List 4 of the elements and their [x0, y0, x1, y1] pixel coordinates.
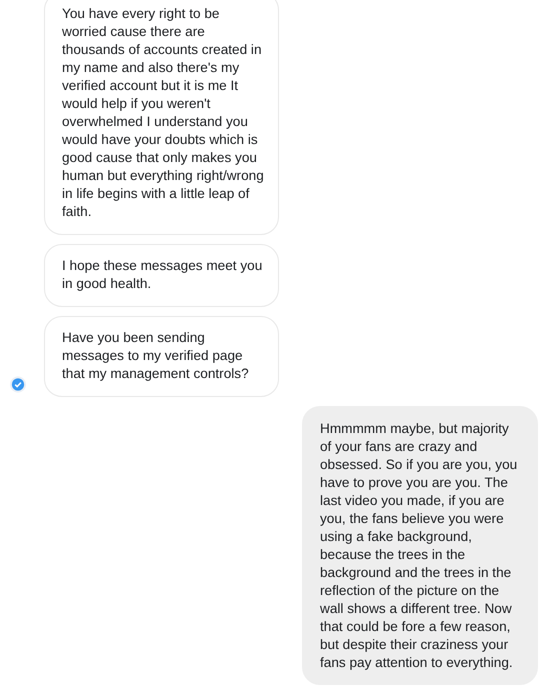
message-bubble: Have you been sending messages to my verified page that my management controls? — [44, 316, 279, 397]
message-bubble: Hmmmmm maybe, but majority of your fans are crazy and obsessed. So if you are you, you have to prove you are you. The last video you made, if you are you, the fans believe you were using a fake background, because the trees in the background and the trees in the reflection of the picture on the wall shows a different tree. Now that could be fore a few reason, but despite their craziness your fans pay attention to everything. — [302, 406, 538, 685]
message-bubble: I hope these messages meet you in good health. — [44, 244, 279, 307]
message-bubble: You have every right to be worried cause there are thousands of accounts created in my name and also there's my verified account but it is me It would help if you weren't overwhelmed I understand you would have your doubts which is good cause that only makes you human but everything right/wrong in life begins with a little leap of faith. — [44, 0, 279, 235]
